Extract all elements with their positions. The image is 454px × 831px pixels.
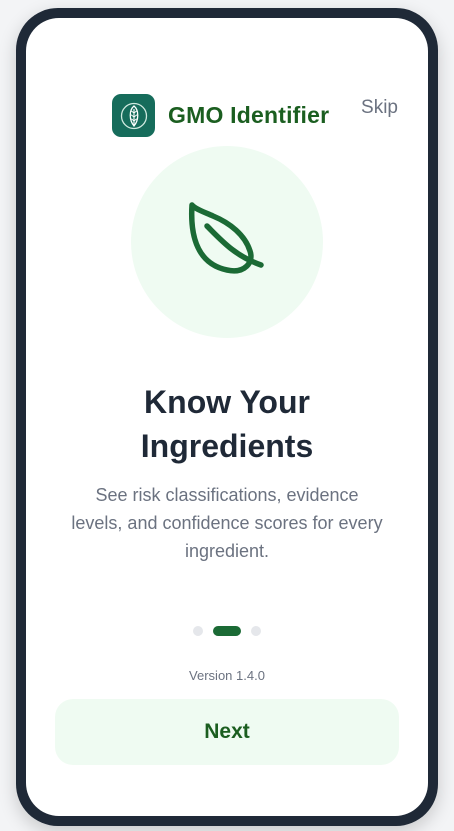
- page-dot-2-active[interactable]: [213, 626, 241, 636]
- skip-button[interactable]: Skip: [361, 97, 398, 119]
- page-title: Know Your Ingredients: [46, 380, 408, 468]
- description-line: ingredient.: [184, 541, 270, 561]
- page-dot-3[interactable]: [251, 626, 261, 636]
- page-description: See risk classifications, evidence level…: [54, 481, 400, 565]
- description-line: See risk classifications, evidence: [95, 485, 359, 505]
- page-dot-1[interactable]: [193, 626, 203, 636]
- leaf-icon: [188, 202, 264, 274]
- title-line: Know Your: [144, 384, 310, 420]
- next-button[interactable]: Next: [55, 699, 399, 765]
- leaf-icon: [120, 102, 147, 129]
- phone-frame: GMO Identifier Skip Know Your Ingredient…: [16, 8, 438, 826]
- page-indicator: [26, 626, 428, 636]
- version-label: Version 1.4.0: [189, 668, 265, 683]
- app-name: GMO Identifier: [168, 102, 330, 128]
- title-line: Ingredients: [140, 428, 314, 464]
- onboarding-screen: GMO Identifier Skip Know Your Ingredient…: [26, 18, 428, 816]
- app-brand: GMO Identifier: [112, 94, 329, 137]
- app-logo: [112, 94, 155, 137]
- hero-illustration: [131, 146, 323, 338]
- description-line: levels, and confidence scores for every: [71, 513, 383, 533]
